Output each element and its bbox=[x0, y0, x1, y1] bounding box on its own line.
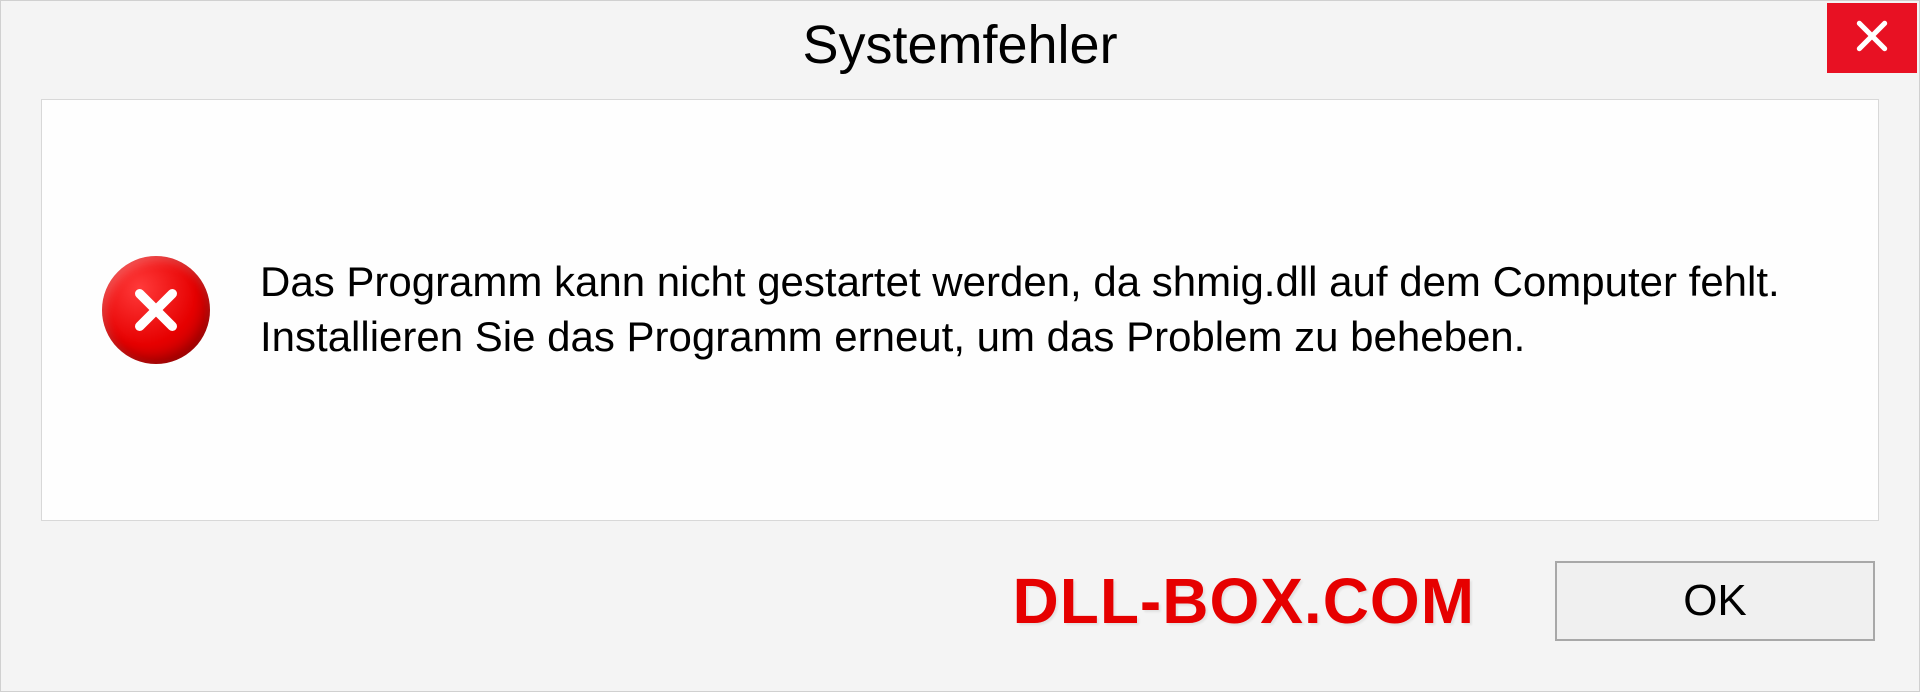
content-area: Das Programm kann nicht gestartet werden… bbox=[41, 99, 1879, 521]
titlebar: Systemfehler bbox=[1, 1, 1919, 89]
error-icon-wrapper bbox=[102, 256, 210, 364]
dialog-footer: DLL-BOX.COM OK bbox=[1, 541, 1919, 691]
error-message: Das Programm kann nicht gestartet werden… bbox=[260, 255, 1818, 364]
error-dialog: Systemfehler Das Programm kann nicht ges… bbox=[0, 0, 1920, 692]
watermark-text: DLL-BOX.COM bbox=[1013, 564, 1476, 638]
close-button[interactable] bbox=[1827, 3, 1917, 73]
error-icon bbox=[102, 256, 210, 364]
dialog-title: Systemfehler bbox=[802, 14, 1117, 76]
ok-button[interactable]: OK bbox=[1555, 561, 1875, 641]
close-icon bbox=[1853, 17, 1891, 60]
